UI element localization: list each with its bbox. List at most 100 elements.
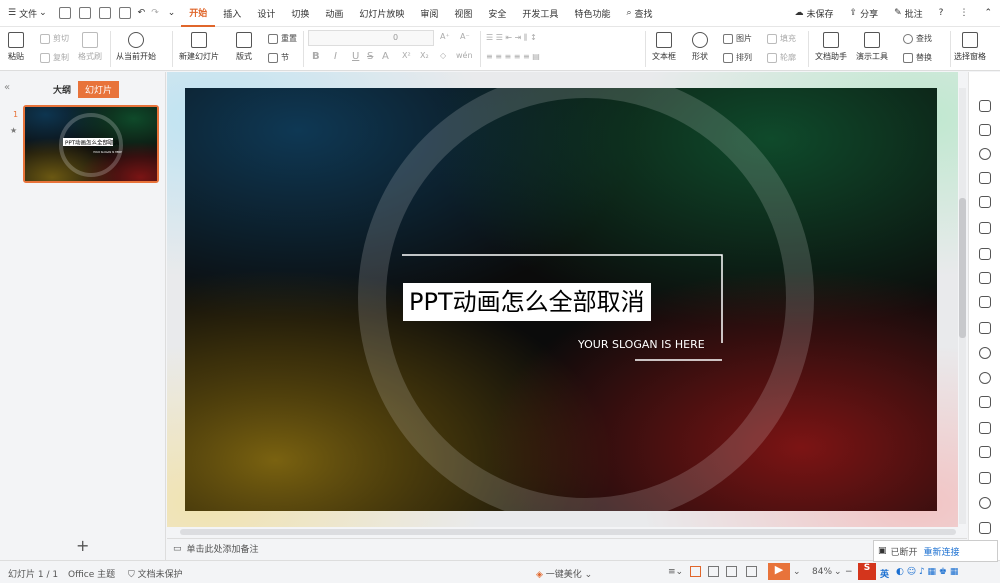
comment-button[interactable]: ✎ 批注 (886, 0, 931, 27)
slide-slogan[interactable]: YOUR SLOGAN IS HERE (578, 338, 705, 351)
pinyin-icon[interactable]: wén (456, 51, 473, 60)
print-icon[interactable] (98, 7, 111, 19)
sogou-ime-icon[interactable]: S (858, 563, 876, 580)
chart-icon[interactable] (979, 446, 991, 458)
bullet-list-icon[interactable]: ☰ ☰ ⇤ ⇥ ⫼ ↕ (486, 33, 537, 43)
audio-icon[interactable] (979, 296, 991, 308)
table-icon[interactable] (979, 472, 991, 484)
textbox-button[interactable]: 文本框 (652, 32, 676, 62)
replace-button[interactable]: 替换 (903, 52, 932, 63)
tab-design[interactable]: 设计 (249, 0, 283, 27)
strikethrough-button[interactable]: S (367, 51, 373, 62)
vertical-scroll-thumb[interactable] (959, 198, 966, 338)
tab-transitions[interactable]: 切换 (283, 0, 317, 27)
tab-slideshow[interactable]: 幻灯片放映 (351, 0, 412, 27)
cut-button[interactable]: 剪切 (40, 33, 69, 44)
cloud-save-status[interactable]: ☁ 未保存 (787, 0, 842, 27)
zoom-dropdown-icon[interactable]: ⌄ (834, 567, 842, 577)
align-icons[interactable]: ≡ ≡ ≡ ≡ ≡ ▤ (486, 52, 540, 61)
reading-view-icon[interactable] (726, 566, 737, 577)
picture-button[interactable]: 图片 (723, 33, 752, 44)
sorter-view-icon[interactable] (708, 566, 719, 577)
slide-thumbnail[interactable]: PPT动画怎么全部取消 YOUR SLOGAN IS HERE (23, 105, 159, 183)
bold-button[interactable]: B (312, 51, 320, 62)
tab-insert[interactable]: 插入 (215, 0, 249, 27)
help-button[interactable]: ? (931, 0, 952, 27)
picture-icon[interactable] (979, 272, 991, 284)
tab-home[interactable]: 开始 (181, 0, 216, 27)
settings-sliders-icon[interactable] (979, 396, 991, 408)
quick-access-dropdown-icon[interactable]: ⌄ (168, 8, 176, 18)
star-icon[interactable] (979, 100, 991, 112)
layout-icon[interactable] (979, 248, 991, 260)
notes-view-icon[interactable] (746, 566, 757, 577)
tab-view[interactable]: 视图 (446, 0, 480, 27)
doc-assistant-button[interactable]: 文档助手 (815, 32, 847, 62)
find-button[interactable]: 查找 (903, 33, 932, 44)
select-pane-button[interactable]: 选择窗格 (954, 32, 986, 62)
preview-icon[interactable] (118, 7, 131, 19)
beautify-button[interactable]: ◈ 一键美化 ⌄ (536, 567, 592, 580)
notes-toggle-icon[interactable]: ≡⌄ (668, 567, 683, 577)
protect-status[interactable]: ⛉ 文档未保护 (128, 567, 183, 580)
shrink-font-icon[interactable]: A⁻ (460, 32, 470, 41)
box-icon[interactable] (979, 522, 991, 534)
tab-developer[interactable]: 开发工具 (514, 0, 566, 27)
slide-title[interactable]: PPT动画怎么全部取消 (403, 283, 651, 321)
collapse-ribbon-icon[interactable]: ⌃ (976, 0, 1000, 27)
horizontal-scrollbar[interactable] (180, 529, 956, 535)
location-icon[interactable] (979, 497, 991, 509)
export-icon[interactable] (979, 222, 991, 234)
layout-button[interactable]: 版式 (236, 32, 252, 62)
clear-format-icon[interactable]: ◇ (440, 51, 446, 60)
outline-button[interactable]: 轮廓 (767, 52, 796, 63)
subscript-button[interactable]: X₂ (420, 51, 429, 60)
copy-button[interactable]: 复制 (40, 52, 69, 63)
add-slide-button[interactable]: + (76, 536, 89, 555)
reconnect-link[interactable]: 重新连接 (924, 545, 960, 558)
share-button[interactable]: ⇪ 分享 (842, 0, 887, 27)
ime-toolbar-icons[interactable]: ◐ ☺ ♪ ▦ ♚ ▦ (896, 567, 958, 577)
arrange-button[interactable]: 排列 (723, 52, 752, 63)
superscript-button[interactable]: X² (402, 51, 411, 60)
notes-area[interactable]: ▭ 单击此处添加备注 (167, 538, 967, 558)
image-search-icon[interactable] (979, 196, 991, 208)
search-button[interactable]: ⌕ 查找 (618, 0, 660, 27)
collapse-panel-icon[interactable]: « (4, 82, 10, 93)
save-icon[interactable] (58, 7, 71, 19)
ime-language[interactable]: 英 (880, 567, 889, 580)
template-icon[interactable] (979, 124, 991, 136)
new-slide-button[interactable]: 新建幻灯片 (179, 32, 219, 62)
tab-review[interactable]: 审阅 (412, 0, 446, 27)
tab-animations[interactable]: 动画 (317, 0, 351, 27)
shape-button[interactable]: 形状 (692, 32, 708, 62)
comment-icon[interactable] (979, 322, 991, 334)
shapes-icon[interactable] (979, 148, 991, 160)
zoom-level[interactable]: 84% (812, 567, 832, 577)
format-painter-button[interactable]: 格式刷 (78, 32, 102, 62)
file-menu[interactable]: ☰ 文件 ⌄ (0, 0, 55, 27)
apps-icon[interactable] (979, 422, 991, 434)
play-dropdown-icon[interactable]: ⌄ (793, 567, 801, 577)
play-from-current-button[interactable]: 从当前开始 (116, 32, 156, 62)
font-size-select[interactable]: 0 (308, 30, 434, 46)
italic-button[interactable]: I (334, 51, 337, 62)
history-icon[interactable] (979, 347, 991, 359)
export-icon[interactable] (78, 7, 91, 19)
normal-view-icon[interactable] (690, 566, 701, 577)
theme-name[interactable]: Office 主题 (68, 567, 115, 580)
help-icon[interactable] (979, 372, 991, 384)
font-color-button[interactable]: A (382, 51, 389, 62)
tab-slides[interactable]: 幻灯片 (78, 81, 120, 98)
grow-font-icon[interactable]: A⁺ (440, 32, 450, 41)
tab-security[interactable]: 安全 (480, 0, 514, 27)
section-button[interactable]: 节 (268, 52, 289, 63)
fill-bucket-icon[interactable] (979, 172, 991, 184)
present-tools-button[interactable]: 演示工具 (856, 32, 888, 62)
paste-button[interactable]: 粘贴 (8, 32, 24, 62)
slideshow-play-button[interactable]: ▶ (768, 563, 790, 580)
fill-button[interactable]: 填充 (767, 33, 796, 44)
tab-special[interactable]: 特色功能 (566, 0, 618, 27)
more-icon[interactable]: ⋮ (951, 0, 976, 27)
reset-button[interactable]: 重置 (268, 33, 297, 44)
